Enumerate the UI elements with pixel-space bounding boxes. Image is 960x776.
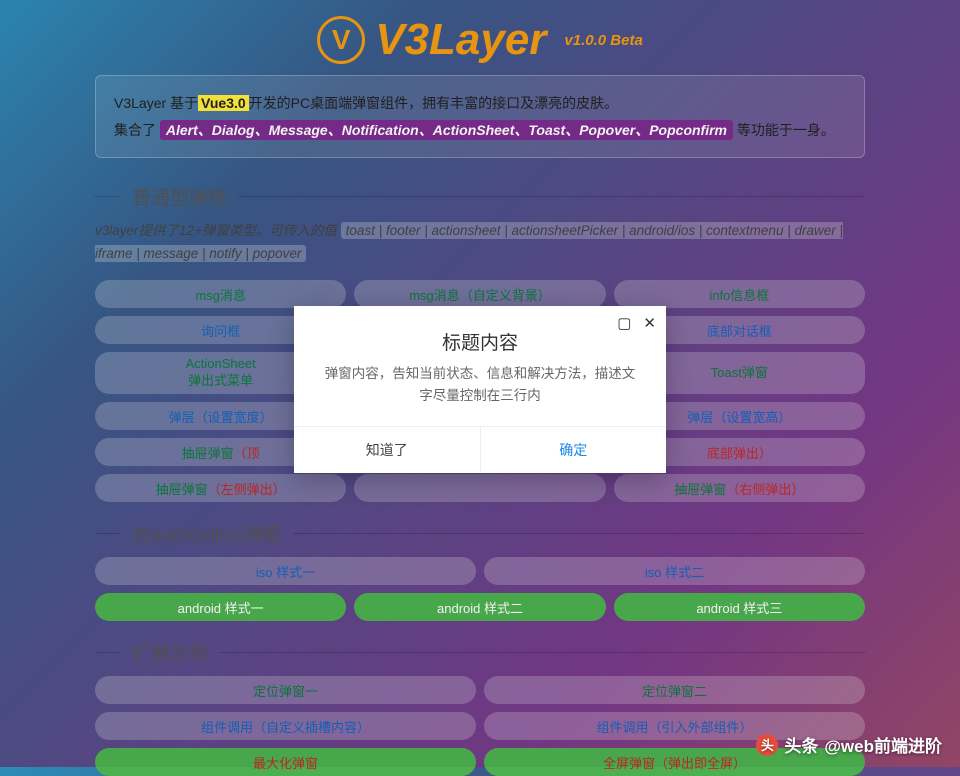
attribution: 头 头条 @web前端进阶 xyxy=(756,732,942,757)
dialog-ok-button[interactable]: 确定 xyxy=(481,427,667,473)
attribution-source: 头条 xyxy=(784,732,818,757)
close-icon[interactable]: ✕ xyxy=(643,314,656,332)
dialog-body: 弹窗内容，告知当前状态、信息和解决方法，描述文字尽量控制在三行内 xyxy=(294,363,666,426)
dialog-cancel-button[interactable]: 知道了 xyxy=(294,427,481,473)
source-icon: 头 xyxy=(756,734,778,756)
attribution-author: @web前端进阶 xyxy=(824,732,942,757)
dialog-title: 标题内容 xyxy=(294,306,666,363)
maximize-icon[interactable]: ▢ xyxy=(617,314,631,332)
dialog: ▢ ✕ 标题内容 弹窗内容，告知当前状态、信息和解决方法，描述文字尽量控制在三行… xyxy=(294,306,666,473)
